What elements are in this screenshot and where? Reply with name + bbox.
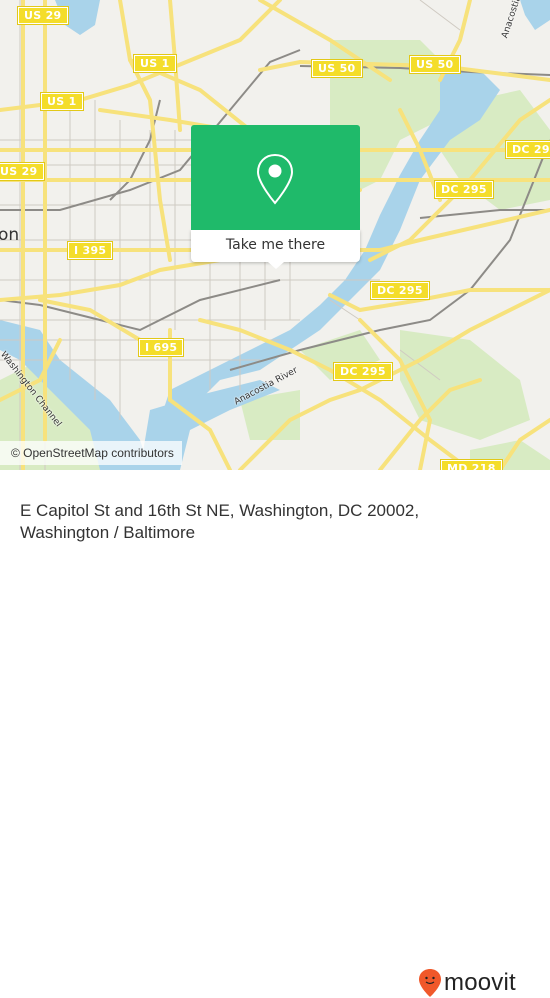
route-shield-us1: US 1 [40,92,84,111]
route-shield-i695: I 695 [137,338,185,357]
route-shield-us29: US 29 [17,6,69,25]
address-line-1: E Capitol St and 16th St NE, Washington,… [20,501,420,520]
location-popup: Take me there [191,125,360,269]
popup-pointer [268,262,284,269]
address: E Capitol St and 16th St NE, Washington,… [20,500,420,544]
route-shield-us29: US 29 [0,162,45,181]
moovit-pin-icon [419,969,441,997]
route-shield-dc295: DC 295 [434,180,494,199]
route-shield-us50: US 50 [409,55,461,74]
popup-header [191,125,360,230]
route-shield-us1: US 1 [133,54,177,73]
city-label: on [0,225,20,245]
location-pin-icon [256,153,294,205]
route-shield-us50: US 50 [311,59,363,78]
address-line-2: Washington / Baltimore [20,523,196,542]
map[interactable]: US 29 US 1 US 1 US 50 US 50 US 29 I 395 … [0,0,550,470]
map-attribution[interactable]: © OpenStreetMap contributors [0,441,182,465]
route-shield-i395: I 395 [66,241,114,260]
footer: E Capitol St and 16th St NE, Washington,… [0,470,550,997]
moovit-logo: moovit [418,968,516,998]
route-shield-md218: MD 218 [440,459,503,470]
moovit-wordmark: moovit [444,969,516,996]
route-shield-dc295: DC 295 [505,140,550,159]
take-me-there-button[interactable]: Take me there [191,230,360,262]
route-shield-dc295: DC 295 [370,281,430,300]
route-shield-dc295: DC 295 [333,362,393,381]
